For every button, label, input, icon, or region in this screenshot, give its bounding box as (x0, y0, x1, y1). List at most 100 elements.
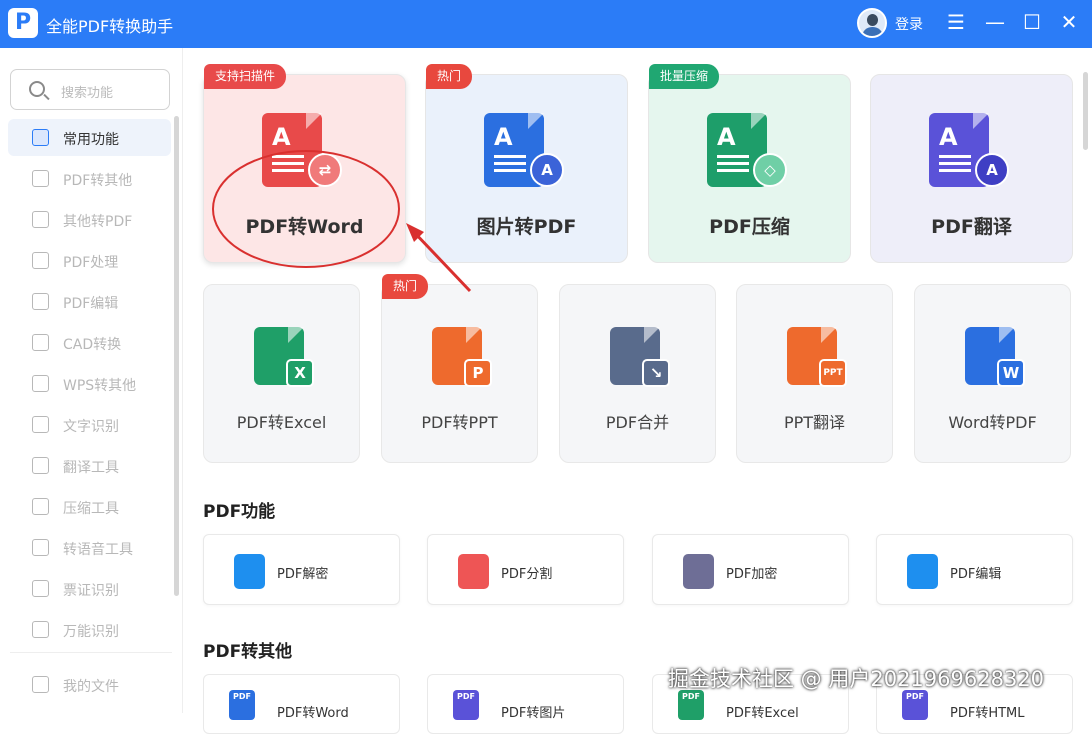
badge-icon: ◇ (753, 153, 787, 187)
sidebar-item-0[interactable]: 常用功能 (8, 119, 171, 156)
sidebar-item-10[interactable]: 转语音工具 (8, 529, 171, 566)
login-button[interactable]: 登录 (895, 14, 923, 34)
pdf-function-card-2[interactable]: PDF加密 (652, 534, 849, 605)
function-icon (458, 554, 489, 589)
page-fold (466, 327, 482, 343)
sidebar-item-6[interactable]: WPS转其他 (8, 365, 171, 402)
text-lines (939, 155, 971, 158)
pdf-edit-icon (32, 293, 49, 310)
pdf-file-icon: PDF (453, 690, 479, 720)
feature-card-label: PDF转Word (245, 216, 364, 238)
sidebar-item-label: 其他转PDF (63, 214, 133, 230)
main-scrollbar[interactable] (1083, 72, 1088, 150)
acrobat-glyph: A (939, 123, 958, 151)
sidebar-item-label: CAD转换 (63, 337, 122, 353)
feature-card-0[interactable]: 支持扫描件 A ⇄ PDF转Word (203, 64, 406, 263)
sidebar-item-11[interactable]: 票证识别 (8, 570, 171, 607)
pdf-export-icon (32, 170, 49, 187)
sidebar-item-2[interactable]: 其他转PDF (8, 201, 171, 238)
avatar[interactable] (857, 8, 887, 38)
acrobat-glyph: A (717, 123, 736, 151)
card-tag: 支持扫描件 (204, 64, 287, 89)
compress-icon (32, 498, 49, 515)
sidebar-item-5[interactable]: CAD转换 (8, 324, 171, 361)
sidebar-item-7[interactable]: 文字识别 (8, 406, 171, 443)
feature-card-2[interactable]: 批量压缩 A ◇ PDF压缩 (648, 64, 851, 263)
speech-icon (32, 539, 49, 556)
tool-glyph-icon: W (997, 359, 1025, 387)
page-fold (528, 113, 544, 129)
sidebar-item-label: 翻译工具 (63, 460, 119, 476)
maximize-icon[interactable]: ☐ (1019, 9, 1045, 35)
pdf-function-card-1[interactable]: PDF分割 (427, 534, 624, 605)
sidebar-item-label: PDF编辑 (63, 296, 119, 312)
wps-icon (32, 375, 49, 392)
badge-icon: A (530, 153, 564, 187)
sidebar-item-label: 万能识别 (63, 624, 119, 640)
tool-glyph-icon: P (464, 359, 492, 387)
section-title-pdf-to-other: PDF转其他 (203, 642, 293, 662)
pdf-file-icon: PDF (902, 690, 928, 720)
tool-card-label: PDF合并 (605, 413, 670, 432)
sidebar: 搜索功能 常用功能 PDF转其他其他转PDF PDF处理 PDF编辑 CAD转换 WPS转… (0, 48, 183, 713)
page-fold (644, 327, 660, 343)
feature-card-3[interactable]: A A PDF翻译 (870, 74, 1073, 263)
grid-icon (32, 129, 49, 146)
search-placeholder: 搜索功能 (61, 86, 114, 101)
page-fold (306, 113, 322, 129)
card-tag: 热门 (382, 274, 429, 299)
sidebar-item-label: 转语音工具 (63, 542, 133, 558)
badge-icon: A (975, 153, 1009, 187)
minimize-icon[interactable]: — (982, 9, 1008, 35)
tool-card-4[interactable]: W Word转PDF (914, 284, 1071, 463)
sidebar-item-label: 我的文件 (63, 679, 119, 695)
main-content: 支持扫描件 A ⇄ PDF转Word 热门 A A 图片转PDF 批量压缩 A ◇ PDF压缩 A A PD… (184, 48, 1092, 734)
cad-icon (32, 334, 49, 351)
pdf-to-other-card-0[interactable]: PDF PDF转Word (203, 674, 400, 734)
pdf-function-card-0[interactable]: PDF解密 (203, 534, 400, 605)
feature-card-1[interactable]: 热门 A A 图片转PDF (425, 64, 628, 263)
sidebar-item-4[interactable]: PDF编辑 (8, 283, 171, 320)
menu-icon[interactable]: ☰ (943, 9, 969, 35)
page-fold (751, 113, 767, 129)
function-label: PDF转Word (277, 706, 349, 721)
section-title-pdf-functions: PDF功能 (203, 502, 276, 522)
function-label: PDF转图片 (501, 706, 566, 721)
sidebar-item-8[interactable]: 翻译工具 (8, 447, 171, 484)
tool-glyph-icon: X (286, 359, 314, 387)
pdf-to-other-card-1[interactable]: PDF PDF转图片 (427, 674, 624, 734)
sidebar-item-3[interactable]: PDF处理 (8, 242, 171, 279)
tool-card-2[interactable]: ↘ PDF合并 (559, 284, 716, 463)
text-lines (717, 155, 749, 158)
sidebar-divider (10, 652, 172, 653)
badge-icon: ⇄ (308, 153, 342, 187)
sidebar-item-9[interactable]: 压缩工具 (8, 488, 171, 525)
pdf-process-icon (32, 252, 49, 269)
function-label: PDF解密 (277, 567, 329, 582)
sidebar-item-my-files[interactable]: 我的文件 (8, 666, 171, 703)
sidebar-item-12[interactable]: 万能识别 (8, 611, 171, 648)
function-label: PDF编辑 (950, 567, 1002, 582)
feature-card-label: PDF压缩 (709, 216, 790, 238)
card-tag: 热门 (426, 64, 473, 89)
sidebar-item-label: 压缩工具 (63, 501, 119, 517)
sidebar-item-label: 常用功能 (63, 132, 119, 148)
pdf-function-card-3[interactable]: PDF编辑 (876, 534, 1073, 605)
translate-icon (32, 457, 49, 474)
folder-icon (32, 676, 49, 693)
tool-card-1[interactable]: 热门 P PDF转PPT (381, 274, 538, 463)
sidebar-scrollbar[interactable] (174, 116, 179, 596)
sidebar-item-label: WPS转其他 (63, 378, 137, 394)
search-input[interactable]: 搜索功能 (10, 69, 170, 110)
tool-card-0[interactable]: X PDF转Excel (203, 284, 360, 463)
sidebar-item-label: 票证识别 (63, 583, 119, 599)
annotation-arrowhead (406, 223, 424, 242)
tool-card-label: PDF转PPT (421, 413, 498, 432)
sidebar-item-1[interactable]: PDF转其他 (8, 160, 171, 197)
tool-card-label: PDF转Excel (236, 413, 327, 432)
pdf-file-icon: PDF (678, 690, 704, 720)
function-label: PDF分割 (501, 567, 553, 582)
function-icon (907, 554, 938, 589)
close-icon[interactable]: ✕ (1056, 9, 1082, 35)
tool-card-3[interactable]: PPT PPT翻译 (736, 284, 893, 463)
